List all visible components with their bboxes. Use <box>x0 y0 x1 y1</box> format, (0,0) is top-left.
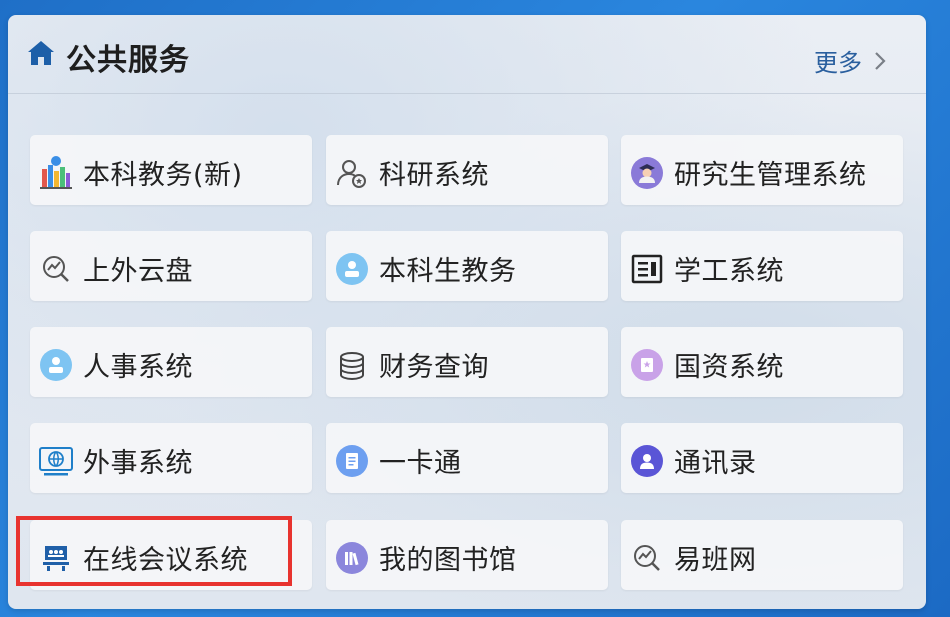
panel-header: 公共服务 更多 <box>8 15 926 94</box>
user-research-icon <box>334 155 370 191</box>
service-label: 财务查询 <box>379 352 489 383</box>
globe-monitor-icon <box>38 443 74 479</box>
service-card-undergrad-academic[interactable]: 本科生教务 <box>326 231 608 301</box>
service-label: 我的图书馆 <box>379 545 517 576</box>
service-label: 上外云盘 <box>83 256 193 287</box>
service-card-research[interactable]: 科研系统 <box>326 135 608 205</box>
service-card-student-affairs[interactable]: 学工系统 <box>621 231 903 301</box>
service-label: 本科教务(新) <box>83 160 243 191</box>
search-chart-icon <box>38 251 74 287</box>
badge-icon <box>629 347 665 383</box>
service-card-yiban[interactable]: 易班网 <box>621 520 903 590</box>
card-document-icon <box>334 443 370 479</box>
books-icon <box>38 155 74 191</box>
person-circle-icon <box>334 251 370 287</box>
contact-icon <box>629 443 665 479</box>
service-card-online-meeting[interactable]: 在线会议系统 <box>30 520 312 590</box>
service-label: 易班网 <box>674 545 757 576</box>
coin-stack-icon <box>334 347 370 383</box>
service-card-foreign-affairs[interactable]: 外事系统 <box>30 423 312 493</box>
home-icon <box>28 41 54 65</box>
panel-title: 公共服务 <box>66 43 190 78</box>
service-label: 本科生教务 <box>379 256 517 287</box>
service-card-graduate-management[interactable]: 研究生管理系统 <box>621 135 903 205</box>
service-card-campus-card[interactable]: 一卡通 <box>326 423 608 493</box>
service-card-sisu-cloud-drive[interactable]: 上外云盘 <box>30 231 312 301</box>
graduate-avatar-icon <box>629 155 665 191</box>
chevron-right-icon <box>875 51 886 70</box>
service-label: 外事系统 <box>83 448 193 479</box>
search-chart-icon <box>629 540 665 576</box>
service-card-my-library[interactable]: 我的图书馆 <box>326 520 608 590</box>
service-card-state-assets[interactable]: 国资系统 <box>621 327 903 397</box>
service-label: 在线会议系统 <box>83 545 248 576</box>
service-card-undergrad-academic-new[interactable]: 本科教务(新) <box>30 135 312 205</box>
newspaper-icon <box>629 251 665 287</box>
service-label: 研究生管理系统 <box>674 160 867 191</box>
service-label: 人事系统 <box>83 352 193 383</box>
service-card-hr[interactable]: 人事系统 <box>30 327 312 397</box>
public-services-panel: 公共服务 更多 本科教务(新) 科研系统 研究生管理系统 上外云盘 本科生教务 … <box>8 15 926 609</box>
meeting-icon <box>38 540 74 576</box>
service-label: 学工系统 <box>674 256 784 287</box>
service-label: 一卡通 <box>379 448 462 479</box>
more-label: 更多 <box>814 49 862 77</box>
service-card-finance-query[interactable]: 财务查询 <box>326 327 608 397</box>
service-label: 国资系统 <box>674 352 784 383</box>
service-label: 通讯录 <box>674 448 757 479</box>
more-link[interactable]: 更多 <box>814 43 886 78</box>
service-label: 科研系统 <box>379 160 489 191</box>
library-icon <box>334 540 370 576</box>
person-circle-icon <box>38 347 74 383</box>
service-card-directory[interactable]: 通讯录 <box>621 423 903 493</box>
